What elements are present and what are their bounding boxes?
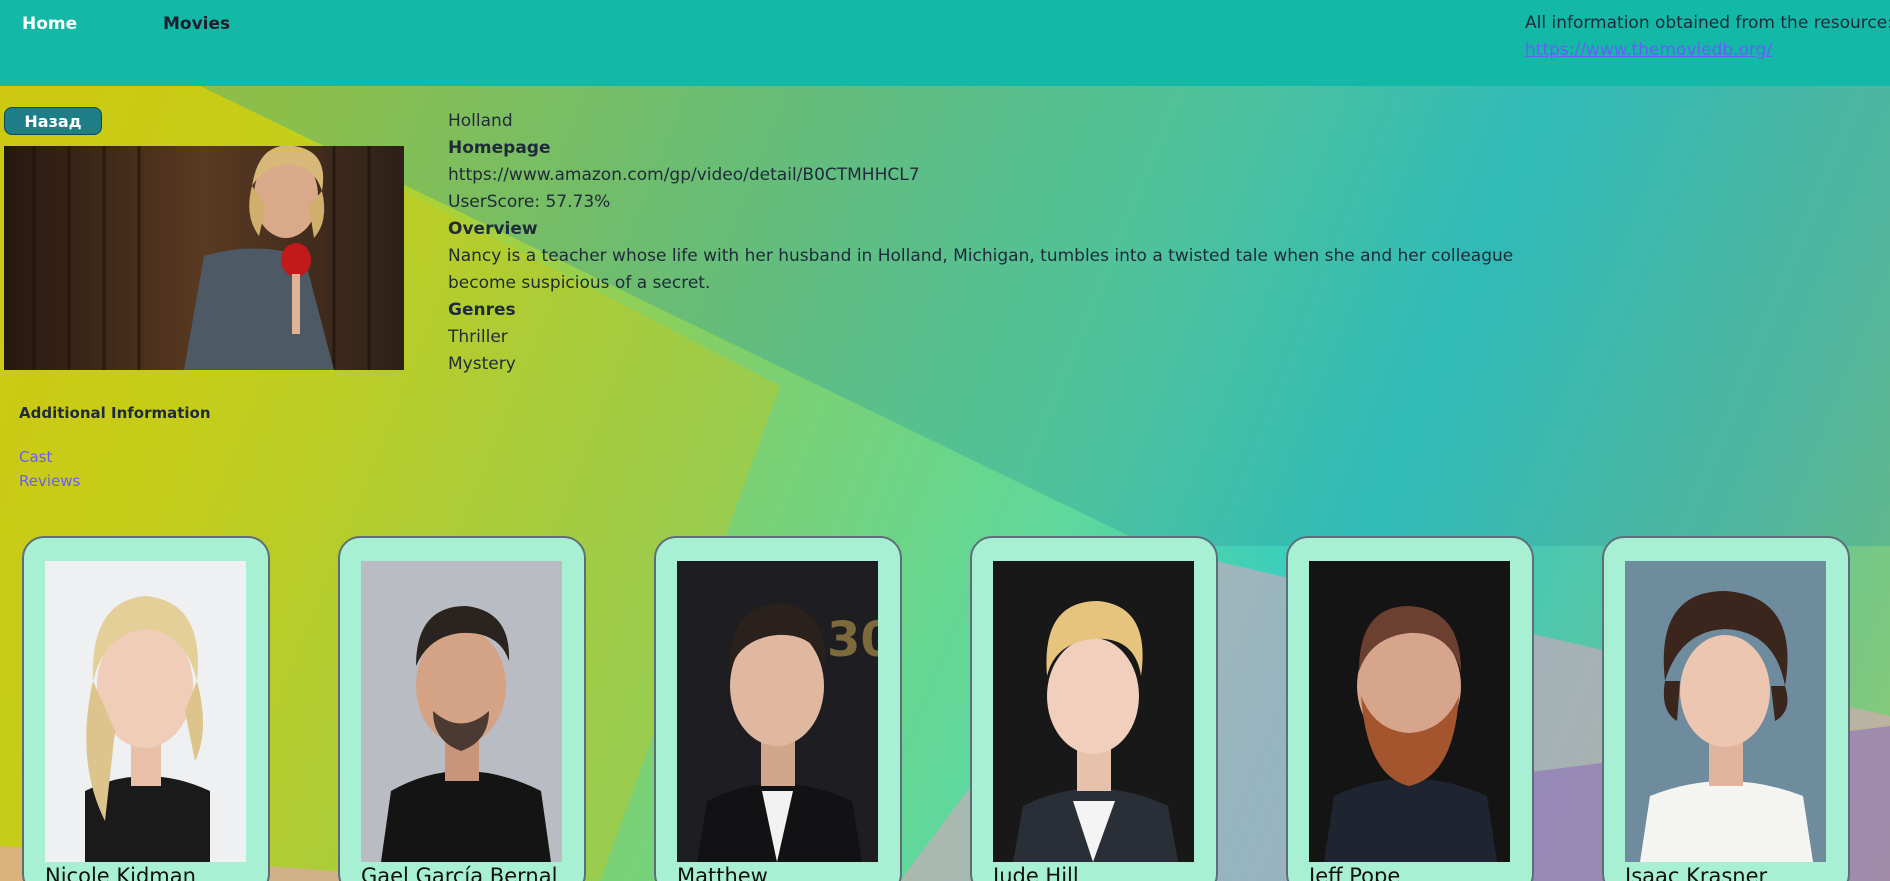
cast-name: Matthew [677, 864, 768, 881]
cast-card[interactable]: Jude Hill [970, 536, 1218, 881]
cast-name: Gael García Bernal [361, 864, 558, 881]
cast-name: Jude Hill [993, 864, 1079, 881]
back-button[interactable]: Назад [4, 107, 102, 135]
overview-heading: Overview [448, 219, 538, 239]
nav-movies-link[interactable]: Movies [163, 14, 230, 34]
cast-name: Jeff Pope [1309, 864, 1401, 881]
overview-text: Nancy is a teacher whose life with her h… [448, 246, 1514, 293]
cast-photo [993, 561, 1194, 862]
cast-photo [1309, 561, 1510, 862]
cast-card[interactable]: Isaac Krasner [1602, 536, 1850, 881]
cast-name: Isaac Krasner [1625, 864, 1768, 881]
cast-photo: 30 [677, 561, 878, 862]
genre-item: Mystery [448, 354, 516, 374]
reviews-link[interactable]: Reviews [19, 472, 80, 490]
genre-item: Thriller [448, 327, 508, 347]
nav-home-link[interactable]: Home [22, 14, 77, 34]
cast-photo [1625, 561, 1826, 862]
movie-details: Holland Homepage https://www.amazon.com/… [448, 108, 1548, 378]
cast-photo [361, 561, 562, 862]
source-attribution-link[interactable]: https://www.themoviedb.org/ [1525, 40, 1772, 60]
source-attribution-label: All information obtained from the resour… [1525, 13, 1890, 33]
top-header: Home Movies All information obtained fro… [0, 0, 1890, 86]
user-score: UserScore: 57.73% [448, 192, 611, 212]
svg-text:30: 30 [827, 612, 878, 668]
homepage-url: https://www.amazon.com/gp/video/detail/B… [448, 165, 920, 185]
homepage-heading: Homepage [448, 138, 551, 158]
genres-heading: Genres [448, 300, 516, 320]
cast-card[interactable]: 30 Matthew [654, 536, 902, 881]
cast-name: Nicole Kidman [45, 864, 196, 881]
movie-title: Holland [448, 111, 513, 131]
cast-photo [45, 561, 246, 862]
cast-card[interactable]: Gael García Bernal [338, 536, 586, 881]
cast-card[interactable]: Nicole Kidman [22, 536, 270, 881]
cast-link[interactable]: Cast [19, 448, 52, 466]
cast-list: Nicole Kidman Gael García Bernal 30 [0, 536, 1890, 881]
cast-card[interactable]: Jeff Pope [1286, 536, 1534, 881]
movie-poster [4, 146, 404, 370]
additional-info-heading: Additional Information [19, 404, 211, 422]
